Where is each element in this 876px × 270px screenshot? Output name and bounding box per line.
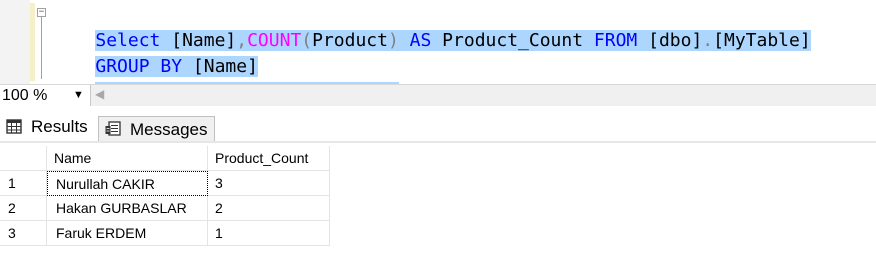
outline-line <box>41 17 42 79</box>
tab-messages-label: Messages <box>130 120 208 139</box>
sql-token-kw: FROM <box>593 30 638 51</box>
sql-token-op: . <box>702 30 714 51</box>
column-header-name[interactable]: Name <box>47 146 208 171</box>
row-header[interactable]: 3 <box>0 221 47 246</box>
grid-icon <box>6 119 22 134</box>
collapse-icon[interactable]: − <box>37 8 46 17</box>
sql-token-op: ( <box>301 30 313 51</box>
code-line-3[interactable]: ORDER BY COUNT(Product) DESC <box>52 57 399 103</box>
sql-token-id: [dbo] <box>637 30 703 51</box>
sql-token-kw: AS <box>398 30 432 51</box>
tab-results-label: Results <box>31 117 88 136</box>
zoom-value: 100 % <box>2 87 48 104</box>
cell-product-count[interactable]: 1 <box>208 221 330 246</box>
cell-product-count[interactable]: 2 <box>208 196 330 221</box>
cell-name[interactable]: Hakan GURBASLAR <box>47 196 208 221</box>
sql-editor[interactable]: − Select [Name],COUNT(Product) AS Produc… <box>0 0 876 103</box>
corner-header[interactable] <box>0 146 47 171</box>
row-header[interactable]: 2 <box>0 196 47 221</box>
cell-name[interactable]: Nurullah CAKIR <box>47 171 208 196</box>
results-grid[interactable]: Name Product_Count 1 Nurullah CAKIR 3 2 … <box>0 146 876 270</box>
sql-token-op: ) <box>387 30 399 51</box>
change-marker-bar <box>30 3 35 81</box>
editor-gutter <box>0 0 30 84</box>
column-header-product-count[interactable]: Product_Count <box>208 146 330 171</box>
chevron-down-icon[interactable]: ▼ <box>73 85 84 106</box>
tab-messages[interactable]: Messages <box>98 116 215 141</box>
cell-product-count[interactable]: 3 <box>208 171 330 196</box>
sql-token-id: Product_Count <box>431 30 594 51</box>
zoom-dropdown[interactable]: 100 % ▼ <box>0 85 91 106</box>
tab-results[interactable]: Results <box>2 113 95 141</box>
code-line-2[interactable]: GROUP BY [Name] <box>52 31 258 77</box>
cell-name[interactable]: Faruk ERDEM <box>47 221 208 246</box>
sql-token-id: [MyTable] <box>713 30 811 51</box>
row-header[interactable]: 1 <box>0 171 47 196</box>
scroll-left-icon[interactable]: ◀ <box>95 87 104 101</box>
code-line-1[interactable]: Select [Name],COUNT(Product) AS Product_… <box>52 5 811 51</box>
zoom-bar: 100 % ▼ ◀ <box>0 84 876 106</box>
messages-icon <box>105 121 121 136</box>
sql-token-id: Product <box>312 30 388 51</box>
